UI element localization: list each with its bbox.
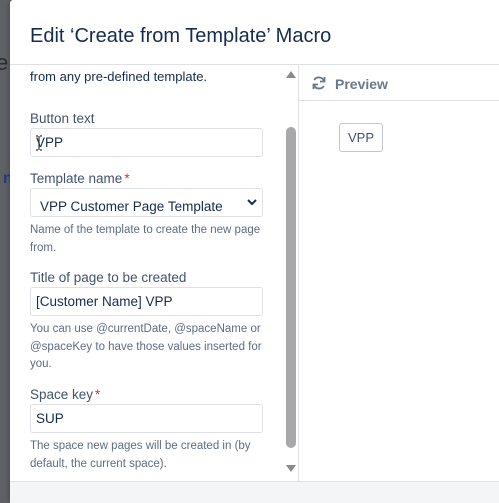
required-marker: * — [95, 387, 101, 402]
template-name-selected: VPP Customer Page Template — [40, 199, 223, 214]
preview-pane: Preview VPP — [299, 65, 499, 481]
page-title-label: Title of page to be created — [30, 270, 187, 285]
chevron-down-icon — [247, 199, 257, 206]
preview-header: Preview — [299, 65, 499, 101]
required-marker: * — [124, 171, 130, 186]
page-title-input[interactable] — [30, 287, 263, 316]
intro-text: from any pre-defined template. — [30, 69, 208, 84]
dialog-header: Edit ‘Create from Template’ Macro — [10, 0, 499, 65]
template-name-label: Template name * — [30, 171, 130, 186]
scroll-up-arrow-icon[interactable] — [286, 71, 296, 78]
button-text-input[interactable] — [30, 128, 263, 157]
page-title-help: You can use @currentDate, @spaceName or … — [30, 323, 262, 370]
macro-dialog: Edit ‘Create from Template’ Macro from a… — [10, 0, 499, 503]
preview-title: Preview — [335, 76, 388, 92]
space-key-help: The space new pages will be created in (… — [30, 440, 251, 470]
dialog-footer — [10, 481, 499, 503]
background-text: e — [0, 50, 9, 75]
text-cursor-icon — [36, 135, 42, 151]
template-name-help: Name of the template to create the new p… — [30, 224, 261, 254]
scroll-thumb[interactable] — [286, 127, 296, 448]
scroll-down-arrow-icon[interactable] — [286, 465, 296, 472]
button-text-label: Button text — [30, 111, 95, 126]
space-key-label: Space key * — [30, 387, 100, 402]
preview-template-button[interactable]: VPP — [339, 123, 384, 152]
template-name-label-text: Template name — [30, 171, 123, 186]
template-name-select[interactable]: VPP Customer Page Template — [30, 188, 263, 217]
button-text-field-wrap — [30, 128, 263, 157]
space-key-input[interactable] — [30, 404, 263, 433]
form-pane[interactable]: from any pre-defined template. Button te… — [10, 65, 299, 481]
space-key-label-text: Space key — [30, 387, 94, 402]
form-scrollbar[interactable] — [284, 65, 298, 481]
refresh-icon[interactable] — [311, 75, 327, 91]
dialog-title: Edit ‘Create from Template’ Macro — [30, 25, 332, 47]
